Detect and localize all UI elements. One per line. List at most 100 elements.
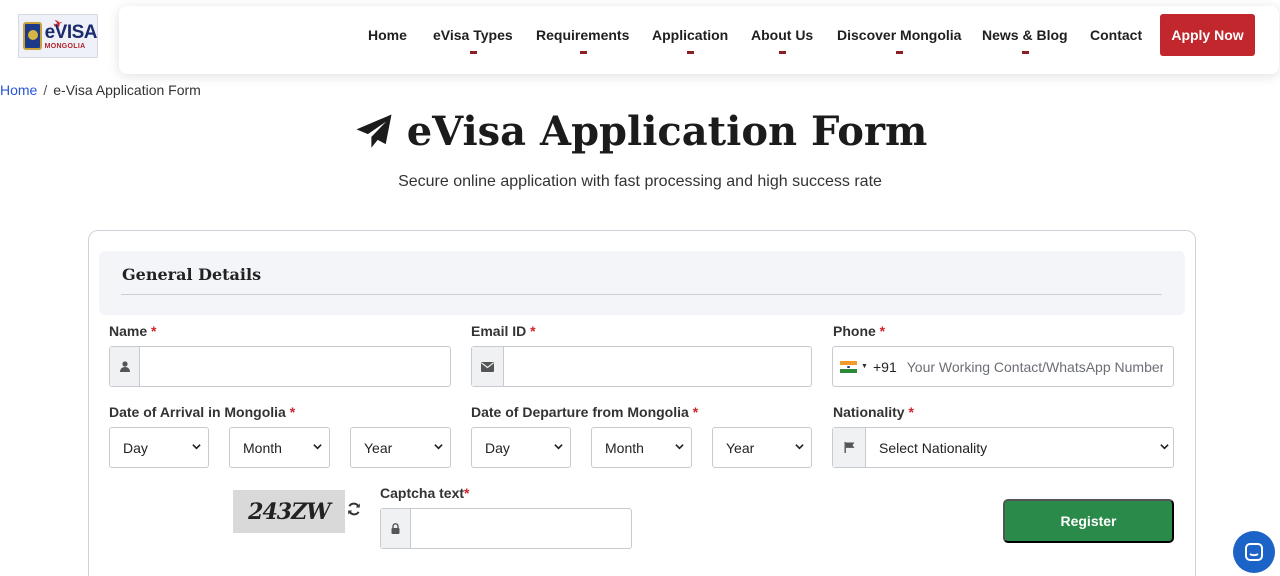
nav-requirements[interactable]: Requirements: [536, 27, 630, 54]
captcha-label-text: Captcha text: [380, 485, 465, 501]
arrival-date-label-text: Date of Arrival in Mongolia: [109, 404, 286, 420]
nav-application-label: Application: [652, 27, 729, 43]
chat-widget-button[interactable]: [1233, 531, 1275, 573]
chevron-down-icon: [554, 444, 563, 450]
page-title: eVisa Application Form: [353, 108, 928, 155]
flag-icon: [833, 428, 866, 467]
country-code-selector[interactable]: ▼: [833, 347, 873, 386]
email-label-text: Email ID: [471, 323, 527, 339]
chevron-down-icon: [1160, 444, 1169, 450]
page-title-text: eVisa Application Form: [406, 108, 928, 155]
required-mark: *: [464, 485, 470, 501]
user-icon: [110, 347, 140, 386]
chevron-down-icon: [795, 444, 804, 450]
dropdown-indicator: [469, 51, 477, 54]
departure-month-select[interactable]: Month: [591, 427, 692, 468]
logo-sub: MONGOLIA: [44, 42, 86, 50]
dropdown-indicator: [779, 51, 787, 54]
nav-evisa-types-label: eVisa Types: [433, 27, 513, 43]
nav-home[interactable]: Home: [368, 27, 407, 43]
breadcrumb: Home / e-Visa Application Form: [0, 82, 201, 98]
nav-about-us[interactable]: About Us: [751, 27, 814, 54]
nav-contact[interactable]: Contact: [1090, 27, 1142, 43]
nav-evisa-types[interactable]: eVisa Types: [433, 27, 513, 54]
caret-down-icon: ▼: [861, 363, 868, 370]
required-mark: *: [692, 404, 699, 420]
nationality-select[interactable]: Select Nationality: [866, 428, 1173, 467]
email-field: [471, 346, 812, 387]
dial-code: +91: [873, 358, 897, 375]
section-title: General Details: [122, 265, 262, 284]
emblem-icon: [23, 22, 42, 50]
departure-month-value: Month: [605, 439, 644, 456]
name-label: Name *: [109, 323, 156, 339]
chevron-down-icon: [313, 444, 322, 450]
breadcrumb-separator: /: [43, 82, 48, 98]
register-button[interactable]: Register: [1003, 499, 1174, 543]
lock-icon: [381, 509, 411, 548]
nationality-selected: Select Nationality: [879, 439, 988, 456]
breadcrumb-current: e-Visa Application Form: [53, 82, 201, 98]
required-mark: *: [151, 323, 157, 339]
email-input[interactable]: [504, 347, 811, 386]
dropdown-indicator: [1021, 51, 1029, 54]
departure-date-label-text: Date of Departure from Mongolia: [471, 404, 689, 420]
required-mark: *: [530, 323, 536, 339]
captcha-image: 243ZW: [233, 490, 345, 533]
nav-discover-mongolia[interactable]: Discover Mongolia: [837, 27, 962, 54]
refresh-captcha-icon[interactable]: [347, 502, 361, 516]
nav-discover-mongolia-label: Discover Mongolia: [837, 27, 962, 43]
departure-date-label: Date of Departure from Mongolia *: [471, 404, 698, 420]
nav-about-us-label: About Us: [751, 27, 814, 43]
departure-year-select[interactable]: Year: [712, 427, 812, 468]
nav-news-blog-label: News & Blog: [982, 27, 1068, 43]
captcha-image-text: 243ZW: [248, 498, 331, 525]
departure-day-select[interactable]: Day: [471, 427, 571, 468]
section-header: General Details: [99, 251, 1185, 315]
required-mark: *: [908, 404, 914, 420]
site-logo[interactable]: ✈ eVISA MONGOLIA: [18, 14, 98, 58]
name-label-text: Name: [109, 323, 148, 339]
departure-year-value: Year: [726, 439, 755, 456]
phone-input[interactable]: [902, 347, 1173, 386]
section-divider: [121, 294, 1162, 295]
main-navbar: Home eVisa Types Requirements Applicatio…: [119, 6, 1279, 74]
chat-icon: [1245, 543, 1263, 561]
arrival-year-value: Year: [364, 439, 393, 456]
nav-application[interactable]: Application: [652, 27, 729, 54]
nav-news-blog[interactable]: News & Blog: [982, 27, 1068, 54]
captcha-label: Captcha text*: [380, 485, 469, 501]
phone-field: ▼ +91: [832, 346, 1174, 387]
nav-requirements-label: Requirements: [536, 27, 630, 43]
breadcrumb-home-link[interactable]: Home: [0, 82, 37, 98]
dropdown-indicator: [896, 51, 904, 54]
required-mark: *: [879, 323, 886, 339]
required-mark: *: [289, 404, 296, 420]
arrival-date-label: Date of Arrival in Mongolia *: [109, 404, 295, 420]
dropdown-indicator: [687, 51, 695, 54]
paper-plane-icon: [356, 114, 392, 148]
arrival-day-select[interactable]: Day: [109, 427, 209, 468]
phone-label: Phone *: [833, 323, 885, 339]
arrival-day-value: Day: [123, 439, 148, 456]
chevron-down-icon: [675, 444, 684, 450]
departure-day-value: Day: [485, 439, 510, 456]
india-flag-icon: [840, 360, 857, 373]
phone-label-text: Phone: [833, 323, 876, 339]
apply-now-button[interactable]: Apply Now: [1160, 14, 1255, 56]
arrival-month-select[interactable]: Month: [229, 427, 330, 468]
envelope-icon: [472, 347, 504, 386]
captcha-input[interactable]: [411, 509, 631, 548]
name-field: [109, 346, 451, 387]
nationality-label: Nationality *: [833, 404, 914, 420]
chevron-down-icon: [434, 444, 443, 450]
dropdown-indicator: [579, 51, 587, 54]
nationality-label-text: Nationality: [833, 404, 905, 420]
email-label: Email ID *: [471, 323, 536, 339]
page-subtitle: Secure online application with fast proc…: [398, 173, 882, 190]
arrival-month-value: Month: [243, 439, 282, 456]
name-input[interactable]: [140, 347, 450, 386]
chevron-down-icon: [192, 444, 201, 450]
arrival-year-select[interactable]: Year: [350, 427, 451, 468]
nationality-field: Select Nationality: [832, 427, 1174, 468]
